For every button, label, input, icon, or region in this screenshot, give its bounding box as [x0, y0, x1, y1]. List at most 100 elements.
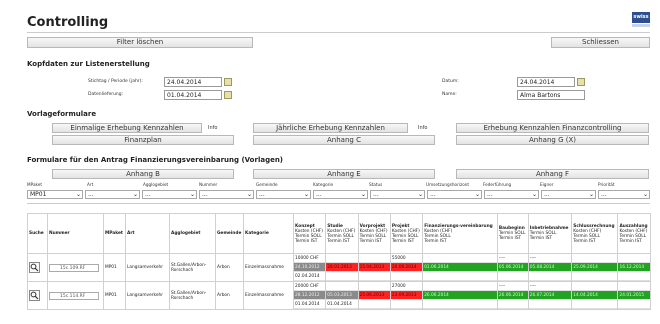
col-phase: Finanzierungs-vereinbarung Kosten (CHF) Te…	[422, 213, 498, 254]
close-button[interactable]: Schliessen	[551, 37, 650, 48]
phase-name: Konzept	[295, 223, 315, 229]
phase-name: Vorprojekt	[359, 223, 386, 229]
phase-subheader: Kosten (CHF)	[619, 228, 648, 234]
phase-cell: 25.06.2013	[357, 281, 391, 310]
art-cell: Langsamverkehr	[125, 281, 170, 310]
phase-cell: 05.03.2013 01.04.2014	[325, 281, 359, 310]
phase-cell: 10000 CHF 24.10.2012 02.04.2014	[292, 253, 327, 282]
select-value: ...	[202, 191, 208, 198]
nummer-cell: 15c.114.RF	[47, 281, 104, 310]
page-title: Controlling	[27, 15, 109, 30]
select-value: ...	[145, 191, 151, 198]
phase-subheader: Kosten (CHF)	[359, 228, 388, 234]
info-link[interactable]: Info	[418, 125, 427, 131]
col-mpaket: MPaket	[103, 213, 126, 254]
results-table: Suche Nummer MPaket Art Agglogebiet Geme…	[27, 213, 651, 310]
calendar-icon[interactable]	[224, 78, 232, 86]
datum-label: Datum:	[442, 79, 459, 84]
phase-value	[618, 272, 650, 281]
nummer-field[interactable]: 15c.114.RF	[49, 291, 99, 300]
prioritaet-select[interactable]: ... ⌄	[598, 190, 650, 199]
stichtag-input[interactable]: 24.04.2014	[164, 77, 222, 87]
phase-cell: 15.04.2013	[357, 253, 391, 282]
phase-value	[572, 254, 618, 263]
datum-input[interactable]: 24.04.2014	[517, 77, 575, 87]
einmalige-erhebung-button[interactable]: Einmalige Erhebung Kennzahlen	[52, 123, 202, 133]
select-value: ...	[259, 191, 265, 198]
phase-value	[358, 300, 390, 309]
select-value: ...	[601, 191, 607, 198]
calendar-icon[interactable]	[224, 91, 232, 99]
calendar-icon[interactable]	[577, 78, 585, 86]
phase-value: 26.06.2014	[497, 291, 528, 300]
nummer-select[interactable]: ... ⌄	[199, 190, 254, 199]
phase-value	[358, 254, 390, 263]
select-value: ...	[88, 191, 94, 198]
phase-value: 27000	[390, 282, 423, 291]
phase-subheader: Termin IST	[573, 238, 596, 244]
phase-cell: ---- 05.08.2014	[527, 253, 573, 282]
kategorie-cell: Einzelmassnahme	[243, 281, 294, 310]
phase-cell: ---- 05.06.2014	[496, 253, 529, 282]
name-input[interactable]: Alma Bartons	[517, 90, 585, 100]
info-link[interactable]: Info	[208, 125, 217, 131]
agglogebiet-select[interactable]: ... ⌄	[142, 190, 197, 199]
jaehrliche-erhebung-button[interactable]: Jährliche Erhebung Kennzahlen	[253, 123, 408, 133]
chevron-down-icon: ⌄	[474, 191, 480, 198]
phase-subheader: Kosten (CHF)	[327, 228, 356, 234]
phase-name: Projekt	[391, 223, 410, 229]
antrag-heading: Formulare für den Antrag Finanzierungsve…	[27, 156, 284, 164]
phase-value	[423, 282, 497, 291]
chevron-down-icon: ⌄	[531, 191, 537, 198]
stichtag-label: Stichtag / Periode (jahr):	[88, 79, 143, 84]
filter-label-kategorie: Kategorie	[313, 182, 334, 187]
col-gemeinde: Gemeinde	[215, 213, 244, 254]
nummer-cell: 15c.109.RF	[47, 253, 104, 282]
finanzplan-button[interactable]: Finanzplan	[52, 135, 234, 145]
phase-value	[390, 300, 423, 309]
mpaket-select[interactable]: MP01 ⌄	[27, 190, 83, 199]
art-select[interactable]: ... ⌄	[85, 190, 140, 199]
divider	[27, 32, 650, 33]
phase-cell: ---- 26.06.2014	[496, 281, 529, 310]
phase-subheader: Kosten (CHF)	[391, 228, 420, 234]
phase-cell: 14.04.2014	[571, 281, 619, 310]
phase-value: 25.06.2013	[358, 291, 390, 300]
phase-cell: 55000 20.06.2014	[389, 253, 424, 282]
phase-subheader: Termin IST	[391, 238, 415, 244]
filter-clear-button[interactable]: Filter löschen	[27, 37, 253, 48]
phase-value: 28.12.2012	[294, 291, 326, 300]
search-icon[interactable]	[29, 262, 40, 273]
finanzcontrolling-button[interactable]: Erhebung Kennzahlen Finanzcontrolling	[456, 123, 649, 133]
col-phase: Baubeginn Termin SOLL Termin IST	[496, 213, 529, 254]
vorlage-heading: Vorlageformulare	[27, 110, 97, 118]
anhang-b-button[interactable]: Anhang B	[52, 169, 234, 179]
phase-cell: 26.06.2014	[422, 281, 498, 310]
search-icon[interactable]	[29, 290, 40, 301]
select-value: ...	[316, 191, 322, 198]
phase-value	[618, 282, 650, 291]
phase-subheader: Termin IST	[529, 236, 553, 241]
anhang-f-button[interactable]: Anhang F	[456, 169, 649, 179]
kategorie-select[interactable]: ... ⌄	[313, 190, 368, 199]
datenlieferung-input[interactable]: 01.04.2014	[164, 90, 222, 100]
phase-value	[572, 282, 618, 291]
anhang-c-button[interactable]: Anhang C	[253, 135, 435, 145]
phase-subheader: Termin IST	[295, 238, 318, 244]
eigner-select[interactable]: ... ⌄	[541, 190, 596, 199]
col-agglogebiet: Agglogebiet	[169, 213, 216, 254]
nummer-field[interactable]: 15c.109.RF	[49, 263, 99, 272]
chevron-down-icon: ⌄	[75, 191, 81, 198]
phase-value: 24.01.2015	[618, 291, 650, 300]
umsetzung-select[interactable]: ... ⌄	[427, 190, 482, 199]
filter-label-nummer: Nummer	[199, 182, 218, 187]
gemeinde-select[interactable]: ... ⌄	[256, 190, 311, 199]
federfuehrung-select[interactable]: ... ⌄	[484, 190, 539, 199]
brand-logo: swiss	[632, 12, 650, 23]
filter-label-gemeinde: Gemeinde	[256, 182, 278, 187]
chevron-down-icon: ⌄	[417, 191, 423, 198]
anhang-g-button[interactable]: Anhang G (X)	[456, 135, 649, 145]
phase-value: 26.07.2014	[528, 291, 572, 300]
anhang-e-button[interactable]: Anhang E	[253, 169, 435, 179]
status-select[interactable]: ... ⌄	[370, 190, 425, 199]
